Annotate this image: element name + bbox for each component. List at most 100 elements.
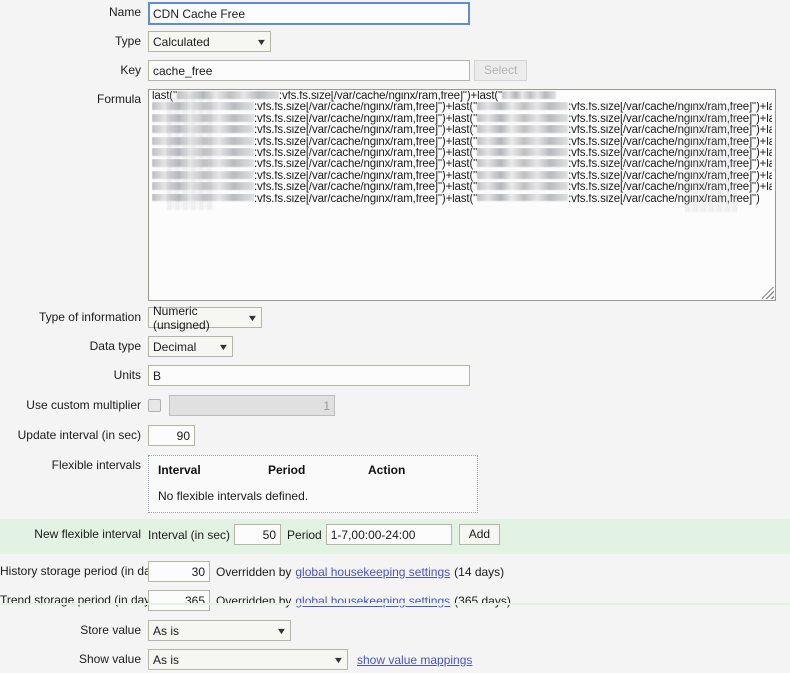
- row-key: Key Select: [0, 60, 790, 84]
- custom-multiplier-checkbox[interactable]: [148, 399, 161, 412]
- chevron-down-icon: ▼: [275, 625, 288, 636]
- type-select-value: Calculated: [153, 34, 210, 49]
- formula-line: :vfs.fs.size[/var/cache/nginx/ram,free]"…: [152, 170, 772, 182]
- row-formula: Formula last(":vfs.fs.size[/var/cache/ng…: [0, 89, 790, 301]
- item-configuration-form: Name Type Calculated ▼ Key Select Formul…: [0, 0, 790, 673]
- show-value-value: As is: [153, 652, 180, 667]
- redacted-hostname: [477, 159, 569, 168]
- label-trend-storage: Trend storage period (in days): [0, 593, 161, 607]
- field-name: [148, 2, 790, 25]
- chevron-down-icon: ▼: [246, 312, 259, 323]
- select-key-button[interactable]: Select: [474, 60, 528, 81]
- label-key: Key: [120, 63, 141, 77]
- row-history-storage: History storage period (in days) Overrid…: [0, 561, 790, 585]
- resize-handle-icon[interactable]: [762, 287, 774, 299]
- show-value-mappings-link[interactable]: show value mappings: [357, 653, 472, 667]
- type-of-information-select[interactable]: Numeric (unsigned) ▼: [148, 304, 262, 332]
- field-store-value: As is ▼: [148, 620, 790, 641]
- redacted-hostname: [152, 170, 254, 179]
- flexible-intervals-header: Interval Period Action: [158, 463, 468, 477]
- redacted-hostname: [152, 113, 254, 122]
- update-interval-input[interactable]: [148, 425, 195, 446]
- label-show-value: Show value: [78, 652, 141, 666]
- flexible-intervals-table: Interval Period Action No flexible inter…: [148, 455, 478, 513]
- label-store-value: Store value: [80, 623, 141, 637]
- field-new-flexible-interval: Interval (in sec) Period Add: [148, 524, 790, 545]
- trend-override-suffix: (365 days): [454, 593, 511, 608]
- column-header-period: Period: [268, 463, 306, 477]
- trend-housekeeping-link[interactable]: global housekeeping settings: [295, 594, 450, 608]
- label-new-flexible-interval: New flexible interval: [34, 527, 141, 541]
- redacted-hostname: [477, 125, 569, 134]
- row-name: Name: [0, 0, 790, 26]
- chevron-down-icon: ▼: [217, 341, 230, 352]
- redacted-hostname: [477, 102, 569, 111]
- formula-line: :vfs.fs.size[/var/cache/nginx/ram,free]"…: [152, 182, 772, 193]
- formula-textarea[interactable]: last(":vfs.fs.size[/var/cache/nginx/ram,…: [148, 89, 776, 301]
- custom-multiplier-input[interactable]: [169, 395, 335, 416]
- redacted-hostname: [477, 193, 569, 202]
- history-storage-input[interactable]: [148, 561, 210, 582]
- field-show-value: As is ▼ show value mappings: [148, 649, 790, 670]
- field-custom-multiplier: [148, 395, 790, 416]
- formula-line: :vfs.fs.size[/var/cache/nginx/ram,free]"…: [152, 113, 772, 125]
- label-interval-in-sec: Interval (in sec): [148, 527, 231, 542]
- data-type-select[interactable]: Decimal ▼: [148, 336, 233, 357]
- column-header-action: Action: [368, 463, 406, 477]
- row-type: Type Calculated ▼: [0, 31, 790, 55]
- field-trend-storage: Overridden by global housekeeping settin…: [148, 590, 790, 611]
- row-units: Units: [0, 365, 790, 389]
- store-value-select[interactable]: As is ▼: [148, 620, 291, 641]
- add-flexible-interval-button[interactable]: Add: [458, 524, 501, 545]
- chevron-down-icon: ▼: [332, 654, 345, 665]
- formula-line: :vfs.fs.size[/var/cache/nginx/ram,free]"…: [152, 102, 772, 113]
- field-formula: last(":vfs.fs.size[/var/cache/nginx/ram,…: [148, 89, 790, 301]
- show-value-select[interactable]: As is ▼: [148, 649, 348, 670]
- new-period-input[interactable]: [325, 524, 452, 545]
- row-custom-multiplier: Use custom multiplier: [0, 395, 790, 419]
- row-type-of-information: Type of information Numeric (unsigned) ▼: [0, 304, 790, 332]
- redacted-hostname: [477, 170, 569, 179]
- row-data-type: Data type Decimal ▼: [0, 336, 790, 360]
- key-input[interactable]: [148, 60, 470, 81]
- field-flexible-intervals: Interval Period Action No flexible inter…: [148, 455, 790, 513]
- units-input[interactable]: [148, 365, 470, 386]
- label-type-of-information: Type of information: [38, 310, 141, 324]
- type-select[interactable]: Calculated ▼: [148, 31, 271, 52]
- formula-text: last(":vfs.fs.size[/var/cache/nginx/ram,…: [152, 91, 772, 205]
- formula-line: :vfs.fs.size[/var/cache/nginx/ram,free]"…: [152, 159, 772, 170]
- redacted-hostname: [152, 193, 254, 202]
- redacted-hostname: [477, 147, 569, 156]
- redacted-hostname: [477, 136, 569, 145]
- formula-line: :vfs.fs.size[/var/cache/nginx/ram,free]"…: [152, 136, 772, 148]
- field-type: Calculated ▼: [148, 31, 790, 52]
- history-housekeeping-link[interactable]: global housekeeping settings: [295, 565, 450, 579]
- field-units: [148, 365, 790, 386]
- name-input[interactable]: [148, 2, 470, 25]
- formula-line: :vfs.fs.size[/var/cache/nginx/ram,free]"…: [152, 147, 772, 159]
- field-data-type: Decimal ▼: [148, 336, 790, 357]
- label-name: Name: [108, 5, 141, 19]
- formula-line: :vfs.fs.size[/var/cache/nginx/ram,free]"…: [152, 193, 772, 205]
- redacted-hostname: [152, 102, 254, 111]
- row-new-flexible-interval: New flexible interval Interval (in sec) …: [0, 519, 790, 554]
- trend-override-prefix: Overridden by: [216, 593, 292, 608]
- column-header-interval: Interval: [158, 463, 201, 477]
- label-type: Type: [114, 34, 141, 48]
- new-interval-input[interactable]: [234, 524, 282, 545]
- label-units: Units: [113, 368, 141, 382]
- formula-line: :vfs.fs.size[/var/cache/nginx/ram,free]"…: [152, 125, 772, 136]
- trend-storage-input[interactable]: [148, 590, 210, 611]
- row-store-value: Store value As is ▼: [0, 620, 790, 644]
- field-type-of-information: Numeric (unsigned) ▼: [148, 304, 790, 332]
- redacted-hostname: [152, 147, 254, 156]
- redacted-hostname: [477, 182, 569, 191]
- redacted-hostname: [152, 136, 254, 145]
- formula-line: last(":vfs.fs.size[/var/cache/nginx/ram,…: [152, 91, 772, 102]
- store-value-value: As is: [153, 623, 180, 638]
- row-trend-storage: Trend storage period (in days) Overridde…: [0, 590, 790, 614]
- label-flexible-intervals: Flexible intervals: [51, 458, 141, 472]
- row-update-interval: Update interval (in sec): [0, 425, 790, 449]
- redacted-hostname: [152, 159, 254, 168]
- redacted-hostname: [152, 182, 254, 191]
